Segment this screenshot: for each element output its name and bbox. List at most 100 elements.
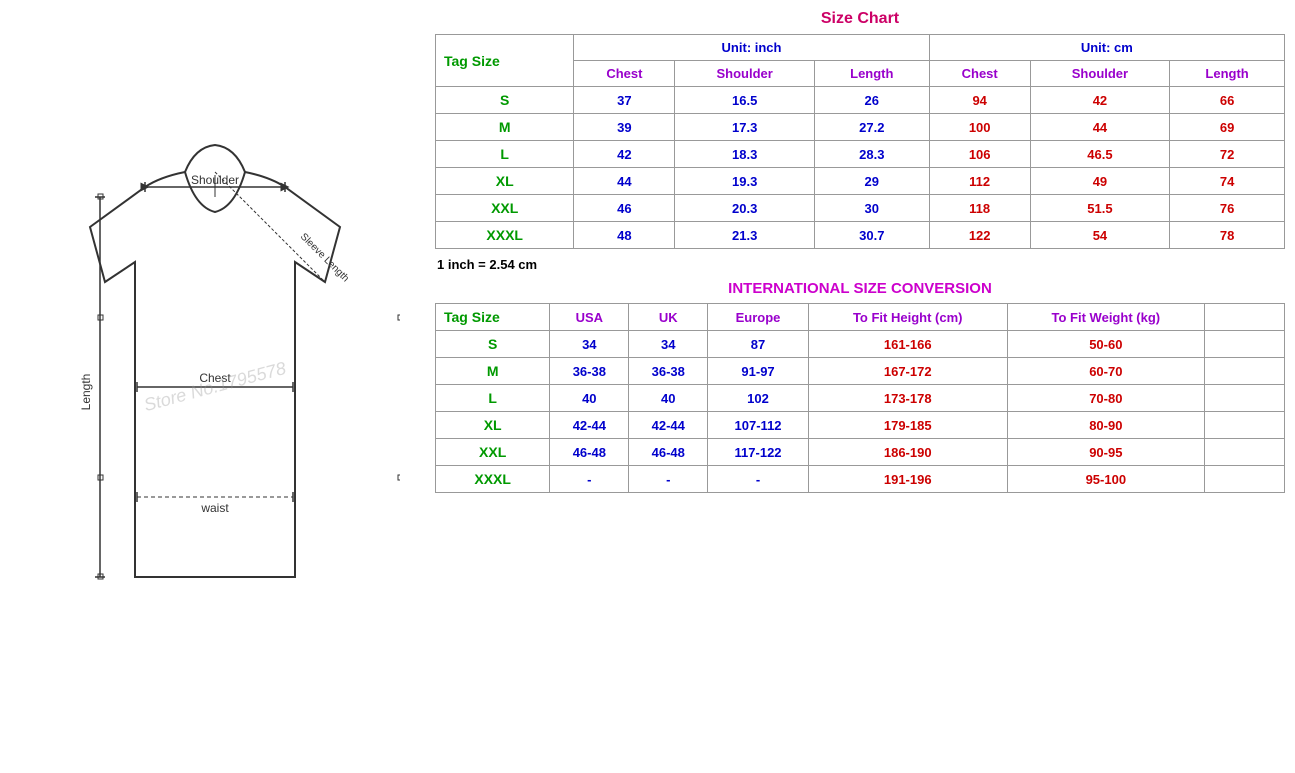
length-in-cell: 26: [814, 87, 929, 114]
intl-empty-cell: [1205, 331, 1285, 358]
chest-in-cell: 42: [574, 141, 675, 168]
unit-cm-header: Unit: cm: [929, 35, 1284, 61]
shoulder-in-cell: 18.3: [675, 141, 815, 168]
col-chest-cm: Chest: [929, 61, 1030, 87]
chest-in-cell: 37: [574, 87, 675, 114]
svg-text:Chest: Chest: [199, 371, 231, 385]
chest-in-cell: 46: [574, 195, 675, 222]
intl-height-cell: 179-185: [808, 412, 1007, 439]
shoulder-in-cell: 19.3: [675, 168, 815, 195]
shoulder-cm-cell: 51.5: [1030, 195, 1170, 222]
intl-uk-cell: 40: [629, 385, 708, 412]
intl-table-row: XL 42-44 42-44 107-112 179-185 80-90: [436, 412, 1285, 439]
intl-usa-cell: 34: [550, 331, 629, 358]
length-in-cell: 28.3: [814, 141, 929, 168]
intl-table-row: M 36-38 36-38 91-97 167-172 60-70: [436, 358, 1285, 385]
tag-size-cell: XL: [436, 168, 574, 195]
svg-text:Sleeve Length: Sleeve Length: [298, 231, 351, 284]
size-chart-table: Tag Size Unit: inch Unit: cm Chest Shoul…: [435, 34, 1285, 249]
length-cm-cell: 76: [1170, 195, 1285, 222]
col-length-in: Length: [814, 61, 929, 87]
tag-size-cell: XXXL: [436, 222, 574, 249]
intl-table-row: S 34 34 87 161-166 50-60: [436, 331, 1285, 358]
intl-empty-cell: [1205, 439, 1285, 466]
intl-tag-cell: L: [436, 385, 550, 412]
svg-text:Shoulder: Shoulder: [191, 173, 239, 187]
svg-text:Length: Length: [79, 373, 93, 410]
intl-uk-cell: 42-44: [629, 412, 708, 439]
intl-weight-cell: 95-100: [1007, 466, 1204, 493]
intl-usa-cell: -: [550, 466, 629, 493]
tag-size-cell: L: [436, 141, 574, 168]
shoulder-in-cell: 17.3: [675, 114, 815, 141]
intl-table-row: L 40 40 102 173-178 70-80: [436, 385, 1285, 412]
length-cm-cell: 72: [1170, 141, 1285, 168]
tag-size-cell: S: [436, 87, 574, 114]
intl-height-cell: 161-166: [808, 331, 1007, 358]
length-cm-cell: 69: [1170, 114, 1285, 141]
col-length-cm: Length: [1170, 61, 1285, 87]
length-in-cell: 30: [814, 195, 929, 222]
intl-europe-cell: 107-112: [708, 412, 809, 439]
tag-size-cell: XXL: [436, 195, 574, 222]
tag-size-header: Tag Size: [436, 35, 574, 87]
chest-in-cell: 44: [574, 168, 675, 195]
intl-usa-cell: 36-38: [550, 358, 629, 385]
intl-empty-cell: [1205, 412, 1285, 439]
shoulder-cm-cell: 54: [1030, 222, 1170, 249]
intl-table-row: XXL 46-48 46-48 117-122 186-190 90-95: [436, 439, 1285, 466]
intl-empty-cell: [1205, 466, 1285, 493]
intl-usa-cell: 42-44: [550, 412, 629, 439]
intl-col-usa: USA: [550, 304, 629, 331]
intl-europe-cell: 91-97: [708, 358, 809, 385]
chest-cm-cell: 106: [929, 141, 1030, 168]
inch-note: 1 inch = 2.54 cm: [437, 257, 1285, 272]
svg-text:waist: waist: [200, 501, 229, 515]
intl-usa-cell: 40: [550, 385, 629, 412]
intl-height-cell: 167-172: [808, 358, 1007, 385]
col-shoulder-in: Shoulder: [675, 61, 815, 87]
shoulder-cm-cell: 44: [1030, 114, 1170, 141]
table-row: XL 44 19.3 29 112 49 74: [436, 168, 1285, 195]
intl-col-uk: UK: [629, 304, 708, 331]
intl-table: Tag Size USA UK Europe To Fit Height (cm…: [435, 303, 1285, 493]
intl-title: INTERNATIONAL SIZE CONVERSION: [435, 280, 1285, 297]
col-chest-in: Chest: [574, 61, 675, 87]
intl-empty-cell: [1205, 358, 1285, 385]
intl-uk-cell: 34: [629, 331, 708, 358]
right-panel: Size Chart Tag Size Unit: inch Unit: cm …: [430, 0, 1295, 773]
intl-weight-cell: 60-70: [1007, 358, 1204, 385]
intl-weight-cell: 50-60: [1007, 331, 1204, 358]
chest-in-cell: 48: [574, 222, 675, 249]
intl-height-cell: 173-178: [808, 385, 1007, 412]
table-row: XXXL 48 21.3 30.7 122 54 78: [436, 222, 1285, 249]
col-shoulder-cm: Shoulder: [1030, 61, 1170, 87]
chest-cm-cell: 118: [929, 195, 1030, 222]
length-in-cell: 27.2: [814, 114, 929, 141]
length-in-cell: 29: [814, 168, 929, 195]
intl-col-weight: To Fit Weight (kg): [1007, 304, 1204, 331]
shoulder-in-cell: 21.3: [675, 222, 815, 249]
shoulder-cm-cell: 42: [1030, 87, 1170, 114]
shoulder-in-cell: 20.3: [675, 195, 815, 222]
length-cm-cell: 74: [1170, 168, 1285, 195]
table-row: S 37 16.5 26 94 42 66: [436, 87, 1285, 114]
intl-empty-cell: [1205, 385, 1285, 412]
intl-table-row: XXXL - - - 191-196 95-100: [436, 466, 1285, 493]
intl-height-cell: 191-196: [808, 466, 1007, 493]
unit-inch-header: Unit: inch: [574, 35, 929, 61]
intl-col-empty: [1205, 304, 1285, 331]
intl-uk-cell: 46-48: [629, 439, 708, 466]
intl-uk-cell: 36-38: [629, 358, 708, 385]
chest-cm-cell: 122: [929, 222, 1030, 249]
intl-tag-size-header: Tag Size: [436, 304, 550, 331]
chest-cm-cell: 112: [929, 168, 1030, 195]
shoulder-in-cell: 16.5: [675, 87, 815, 114]
intl-tag-cell: XL: [436, 412, 550, 439]
intl-tag-cell: XXXL: [436, 466, 550, 493]
intl-usa-cell: 46-48: [550, 439, 629, 466]
intl-tag-cell: XXL: [436, 439, 550, 466]
intl-col-height: To Fit Height (cm): [808, 304, 1007, 331]
intl-europe-cell: 102: [708, 385, 809, 412]
tshirt-diagram: Shoulder Chest Length waist Sleeve Len: [30, 97, 400, 677]
